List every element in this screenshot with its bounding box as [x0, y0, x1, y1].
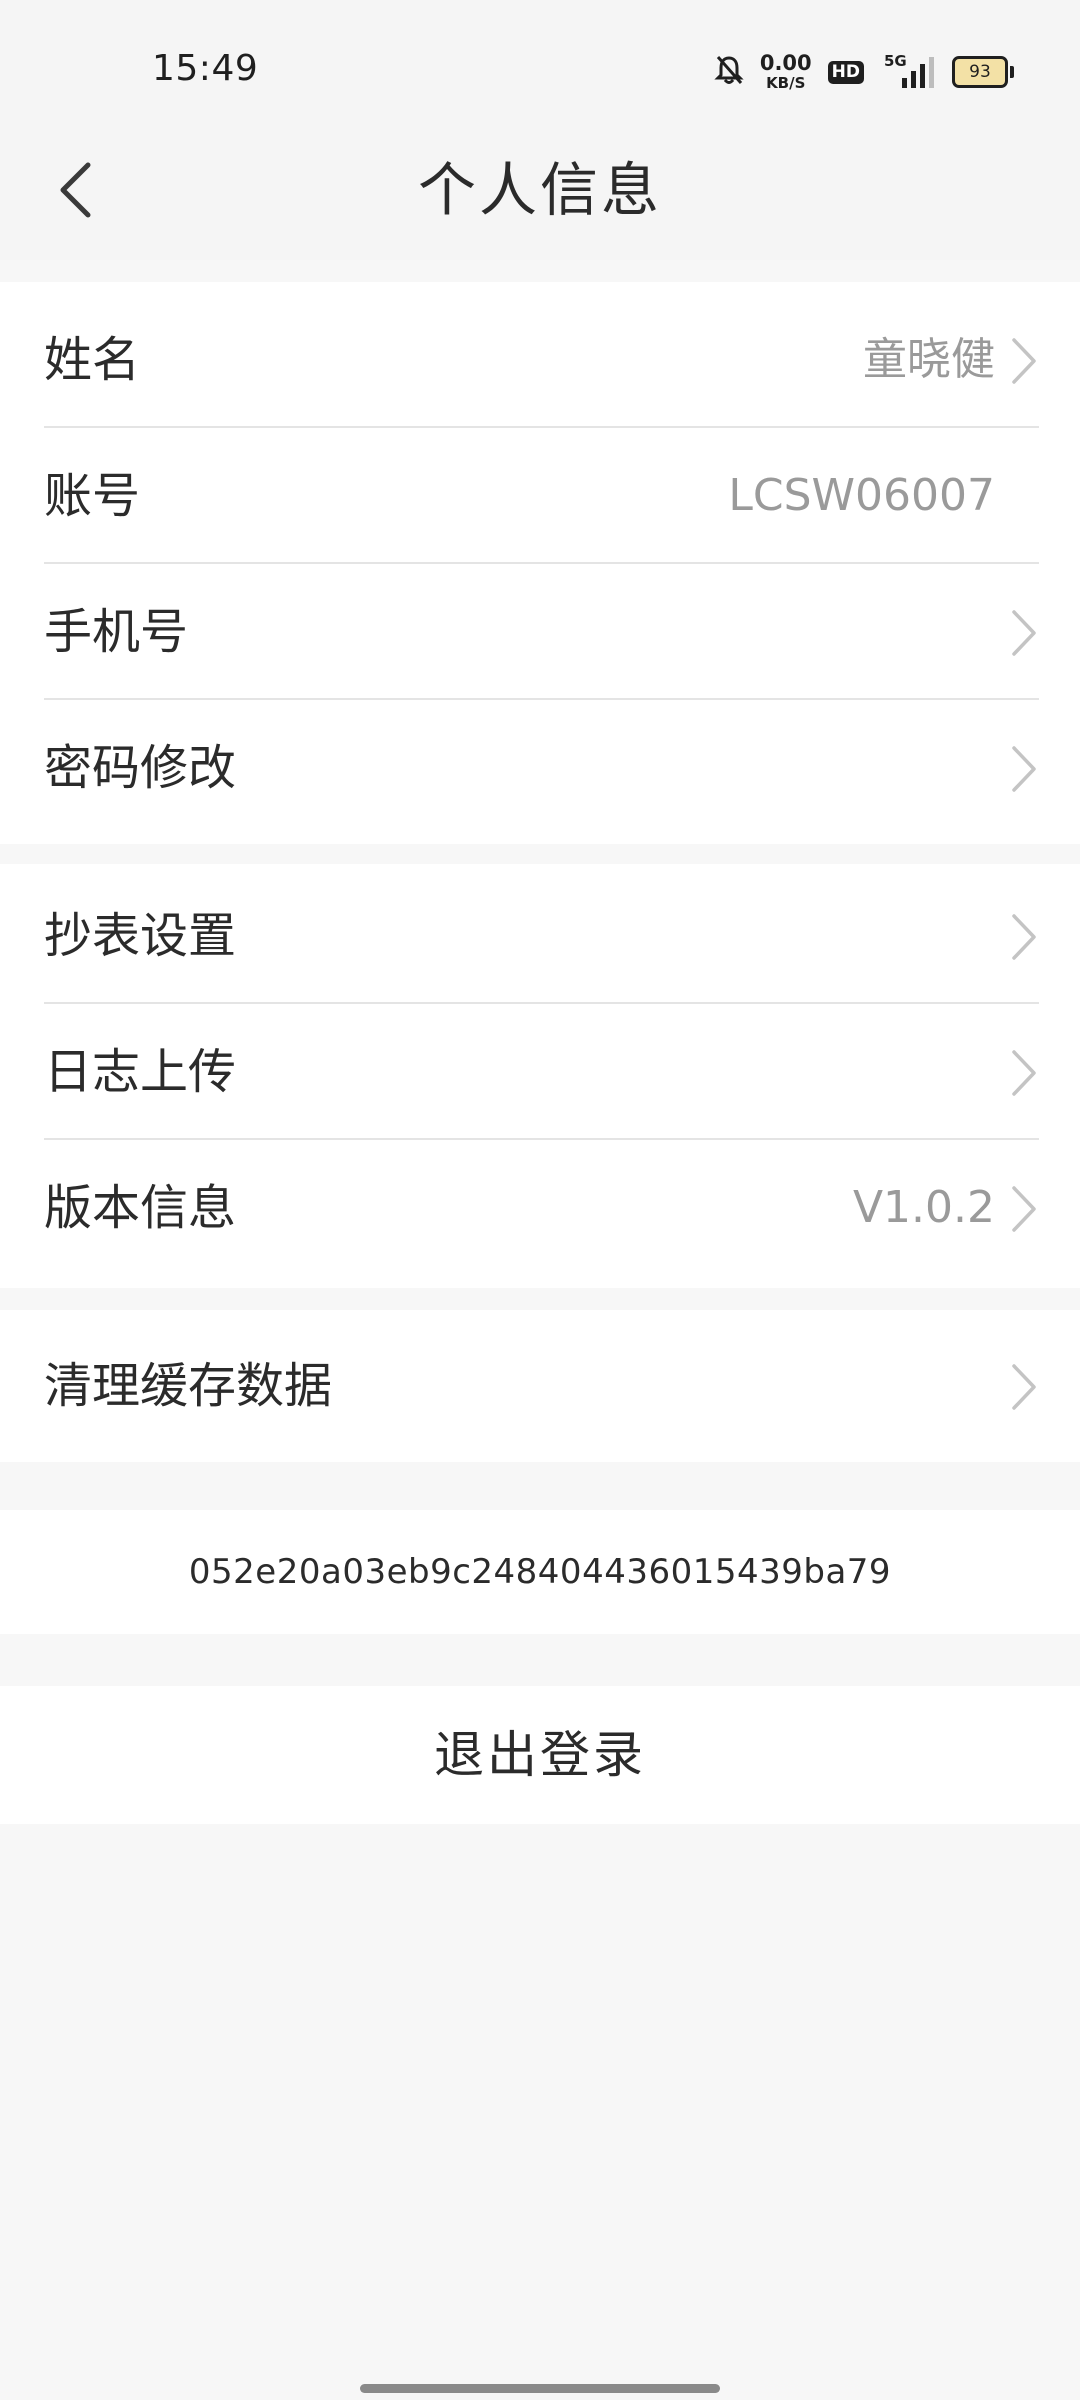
account-info-group: 姓名 童晓健 账号 LCSW06007 手机号 密码修改: [0, 282, 1080, 844]
row-password-change-label: 密码修改: [44, 740, 237, 796]
row-meter-settings-label: 抄表设置: [44, 908, 237, 964]
app-settings-group: 抄表设置 日志上传 版本信息 V1.0.2: [0, 864, 1080, 1288]
device-id: 052e20a03eb9c248404436015439ba79: [0, 1510, 1080, 1634]
battery-icon: 93: [952, 56, 1014, 88]
row-account-label: 账号: [44, 468, 141, 524]
row-log-upload-label: 日志上传: [44, 1044, 237, 1100]
mute-bell-icon: [714, 54, 744, 90]
title-bar: 个人信息: [0, 120, 1080, 260]
status-bar: 15:49 0.00 KB/S HD 5G 93: [0, 0, 1080, 120]
back-arrow-icon: [60, 162, 91, 218]
row-meter-settings[interactable]: 抄表设置: [44, 868, 1039, 1004]
chevron-right-icon: [1012, 746, 1036, 792]
chevron-right-icon: [1012, 1364, 1036, 1410]
row-clear-cache-label: 清理缓存数据: [44, 1358, 333, 1414]
chevron-right-icon: [1012, 1050, 1036, 1096]
cache-group: 清理缓存数据: [0, 1310, 1080, 1462]
chevron-right-icon: [1012, 914, 1036, 960]
logout-button[interactable]: 退出登录: [0, 1686, 1080, 1824]
chevron-right-icon: [1012, 610, 1036, 656]
status-icons: 0.00 KB/S HD 5G 93: [714, 48, 1014, 96]
row-phone-label: 手机号: [44, 604, 189, 660]
row-name-value: 童晓健: [863, 334, 995, 385]
row-version-info[interactable]: 版本信息 V1.0.2: [44, 1140, 1039, 1276]
row-password-change[interactable]: 密码修改: [44, 700, 1039, 836]
row-name[interactable]: 姓名 童晓健: [44, 292, 1039, 428]
chevron-right-icon: [1012, 1186, 1036, 1232]
battery-tip: [1010, 66, 1014, 78]
home-indicator[interactable]: [360, 2384, 720, 2393]
row-version-info-value: V1.0.2: [852, 1182, 995, 1233]
row-phone[interactable]: 手机号: [44, 564, 1039, 700]
network-speed-unit: KB/S: [766, 74, 806, 92]
chevron-right-icon: [1012, 338, 1036, 384]
row-log-upload[interactable]: 日志上传: [44, 1004, 1039, 1140]
row-clear-cache[interactable]: 清理缓存数据: [44, 1318, 1039, 1454]
status-time: 15:49: [152, 48, 259, 89]
battery-level: 93: [952, 56, 1008, 88]
row-account: 账号 LCSW06007: [44, 428, 1039, 564]
back-button[interactable]: [40, 150, 110, 230]
page-title: 个人信息: [417, 156, 662, 224]
hd-badge: HD: [827, 60, 864, 84]
signal-icon: 5G: [880, 52, 936, 90]
row-version-info-label: 版本信息: [44, 1180, 237, 1236]
network-speed-value: 0.00: [759, 51, 812, 75]
row-account-value: LCSW06007: [728, 470, 995, 521]
row-name-label: 姓名: [44, 332, 141, 388]
network-speed: 0.00 KB/S: [760, 53, 812, 91]
